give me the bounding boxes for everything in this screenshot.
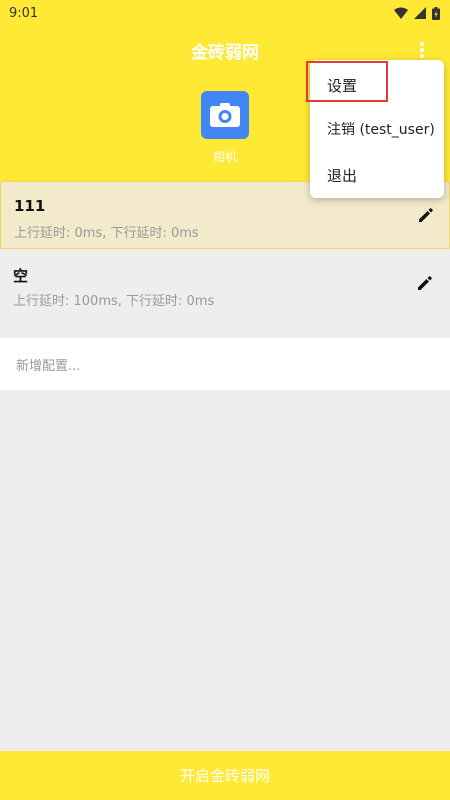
config-item[interactable]: 空 上行延时: 100ms, 下行延时: 0ms: [0, 250, 450, 318]
status-icons: [394, 6, 440, 20]
signal-icon: [414, 7, 426, 19]
battery-icon: [432, 6, 440, 20]
config-delay: 上行延时: 0ms, 下行延时: 0ms: [14, 226, 199, 241]
status-bar: 9:01: [0, 0, 450, 26]
edit-icon[interactable]: [414, 272, 436, 294]
start-weak-network-button[interactable]: 开启金砖弱网: [0, 751, 450, 800]
config-delay: 上行延时: 100ms, 下行延时: 0ms: [13, 294, 215, 309]
config-name: 111: [14, 197, 46, 215]
camera-label: 相机: [212, 150, 237, 164]
add-config-button[interactable]: 新增配置...: [0, 338, 450, 390]
menu-item-settings[interactable]: 设置: [310, 63, 444, 107]
config-name: 空: [13, 267, 29, 285]
menu-item-logout[interactable]: 注销 (test_user): [310, 107, 444, 151]
more-options-icon[interactable]: [412, 39, 432, 61]
camera-icon: [201, 91, 249, 139]
camera-app-shortcut[interactable]: 相机: [201, 91, 249, 165]
edit-icon[interactable]: [415, 204, 437, 226]
wifi-icon: [394, 7, 408, 19]
overflow-menu: 设置 注销 (test_user) 退出: [310, 60, 444, 198]
menu-item-quit[interactable]: 退出: [310, 153, 444, 197]
status-time: 9:01: [9, 5, 39, 21]
